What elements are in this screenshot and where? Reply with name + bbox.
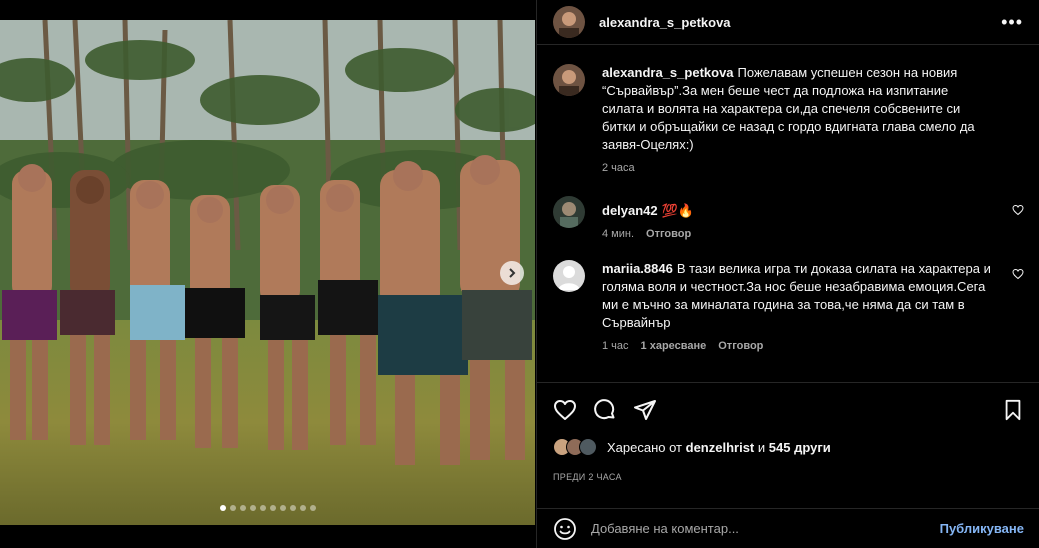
emoji-icon[interactable] xyxy=(553,517,577,541)
comment-item: delyan42 💯🔥 4 мин. Отговор xyxy=(537,196,1039,240)
carousel-dot[interactable] xyxy=(229,505,236,511)
carousel-dot[interactable] xyxy=(259,505,266,511)
comments-list: alexandra_s_petkova Пожелавам успешен сез… xyxy=(537,46,1039,383)
comment-item: mariia.8846 В тази велика игра ти доказа … xyxy=(537,260,1039,352)
caption: alexandra_s_petkova Пожелавам успешен сез… xyxy=(537,64,1039,174)
post-header: alexandra_s_petkova ••• xyxy=(537,0,1039,45)
post-image[interactable] xyxy=(0,20,535,525)
share-icon[interactable] xyxy=(633,398,657,422)
comment-text: 💯🔥 xyxy=(661,203,695,218)
comment-username[interactable]: mariia.8846 xyxy=(602,261,673,276)
comment-time[interactable]: 1 час xyxy=(602,340,629,352)
comment-likes[interactable]: 1 харесване xyxy=(641,340,707,352)
carousel-dot[interactable] xyxy=(279,505,286,511)
carousel-dot[interactable] xyxy=(269,505,276,511)
comment-input[interactable] xyxy=(591,521,911,536)
liked-by-joiner: и xyxy=(757,439,766,455)
chevron-right-icon xyxy=(509,268,516,278)
comment-username[interactable]: delyan42 xyxy=(602,203,658,218)
comment-icon[interactable] xyxy=(593,398,617,422)
carousel-dot[interactable] xyxy=(299,505,306,511)
liked-by-others[interactable]: 545 други xyxy=(769,440,831,455)
post-username[interactable]: alexandra_s_petkova xyxy=(599,15,731,30)
reply-button[interactable]: Отговор xyxy=(718,340,763,352)
liked-by-prefix: Харесано от xyxy=(607,439,683,455)
add-comment-bar: Публикуване xyxy=(537,508,1039,548)
next-image-button[interactable] xyxy=(500,261,524,285)
post-date[interactable]: ПРЕДИ 2 ЧАСА xyxy=(553,472,622,482)
like-comment-icon[interactable] xyxy=(1012,268,1024,280)
like-comment-icon[interactable] xyxy=(1012,204,1024,216)
post-details-panel: alexandra_s_petkova ••• alexandra_s_petk… xyxy=(536,0,1039,548)
avatar[interactable] xyxy=(553,6,585,38)
post-comment-button[interactable]: Публикуване xyxy=(940,521,1024,536)
carousel-dot[interactable] xyxy=(239,505,246,511)
avatar[interactable] xyxy=(553,64,585,96)
carousel-dot[interactable] xyxy=(249,505,256,511)
post-actions xyxy=(537,396,1039,424)
carousel-dot[interactable] xyxy=(219,505,226,511)
bookmark-icon[interactable] xyxy=(1002,399,1024,421)
carousel-dot[interactable] xyxy=(309,505,316,511)
liked-by-user[interactable]: denzelhrist xyxy=(686,440,755,455)
caption-username[interactable]: alexandra_s_petkova xyxy=(602,65,734,80)
comment-time[interactable]: 4 мин. xyxy=(602,228,634,240)
caption-time[interactable]: 2 часа xyxy=(602,162,635,174)
reply-button[interactable]: Отговор xyxy=(646,228,691,240)
carousel-dots xyxy=(0,505,535,511)
group-of-people xyxy=(2,155,532,465)
liker-avatars[interactable] xyxy=(553,438,597,456)
carousel-dot[interactable] xyxy=(289,505,296,511)
avatar[interactable] xyxy=(553,196,585,228)
avatar[interactable] xyxy=(553,260,585,292)
likes-summary: Харесано от denzelhrist и 545 други xyxy=(553,438,831,456)
more-options-icon[interactable]: ••• xyxy=(1001,13,1023,31)
like-icon[interactable] xyxy=(553,398,577,422)
